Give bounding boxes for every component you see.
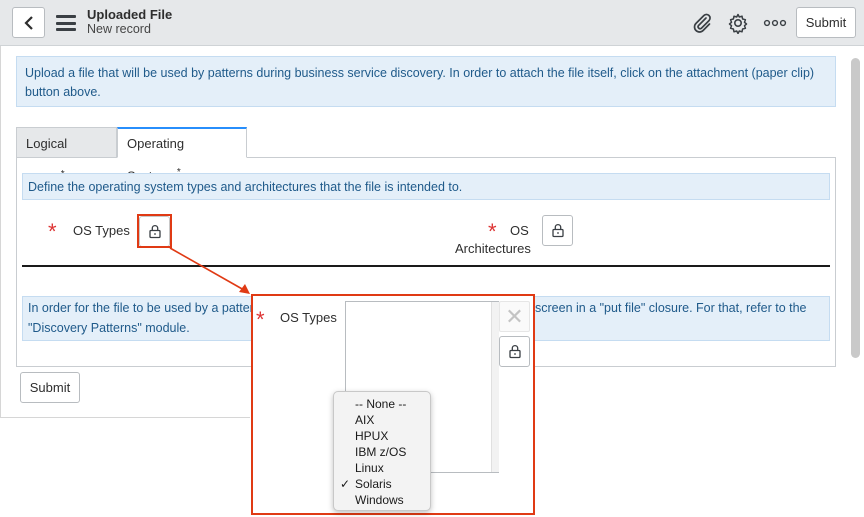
list-scrollbar[interactable] [491, 302, 499, 472]
checkmark-icon: ✓ [340, 477, 351, 491]
dropdown-option[interactable]: IBM z/OS [334, 444, 430, 460]
dropdown-option[interactable]: HPUX [334, 428, 430, 444]
lock-icon [508, 345, 521, 359]
option-label: HPUX [355, 429, 389, 443]
callout-os-types-label: OS Types [280, 310, 337, 325]
dropdown-option[interactable]: -- None -- [334, 396, 430, 412]
option-label: IBM z/OS [355, 445, 407, 459]
dropdown-option-selected[interactable]: ✓ Solaris [334, 476, 430, 492]
callout-lock-button[interactable] [499, 336, 530, 367]
dropdown-option[interactable]: AIX [334, 412, 430, 428]
option-label: Windows [355, 493, 404, 507]
os-types-dropdown-menu[interactable]: -- None -- AIX HPUX IBM z/OS Linux ✓ Sola… [333, 391, 431, 511]
option-label: Linux [355, 461, 384, 475]
option-label: AIX [355, 413, 375, 427]
option-label: Solaris [355, 477, 392, 491]
close-icon[interactable]: ✕ [499, 301, 530, 332]
dropdown-option[interactable]: Windows [334, 492, 430, 508]
required-asterisk: * [256, 307, 265, 332]
option-label: -- None -- [355, 397, 407, 411]
dropdown-option[interactable]: Linux [334, 460, 430, 476]
